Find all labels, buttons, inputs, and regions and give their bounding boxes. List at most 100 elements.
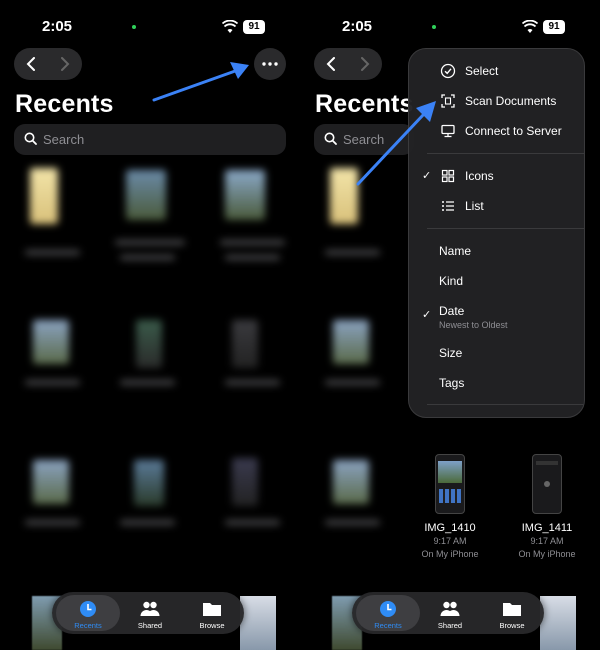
file-thumbnail [532,454,562,514]
search-field[interactable]: Search [14,124,286,155]
tab-label: Browse [499,621,525,630]
battery-indicator: 91 [243,20,265,34]
annotation-arrow [152,62,249,102]
chevron-left-icon [326,57,335,71]
chevron-right-icon [61,57,70,71]
search-icon [324,132,337,145]
menu-item-label: Tags [439,376,465,390]
menu-item-label: Kind [439,274,464,288]
file-thumbnail [33,460,69,504]
menu-item-label: List [465,199,484,213]
people-icon [440,601,460,616]
tab-browse[interactable]: Browse [180,595,244,631]
background-image [540,596,576,650]
list-icon [442,201,454,211]
tab-label: Recents [74,621,102,630]
file-item[interactable]: IMG_1410 9:17 AM On My iPhone [410,454,490,559]
page-title: Recents [15,90,114,118]
checkmark-circle-icon [440,63,456,79]
screen-right: 2:05 91 Recents Search IMG_1410 9:17 AM … [300,0,600,650]
menu-item-select[interactable]: Select [409,57,584,85]
menu-item-label: Scan Documents [465,94,557,108]
file-time: 9:17 AM [433,536,467,546]
tab-shared[interactable]: Shared [118,595,182,631]
menu-divider [427,153,584,154]
file-name: IMG_1410 [424,522,476,534]
status-bar: 2:05 91 [300,18,600,38]
menu-scrollbar[interactable] [584,129,585,369]
search-icon [24,132,37,145]
menu-item-sublabel: Newest to Oldest [439,320,508,330]
tab-recents[interactable]: Recents [356,595,420,631]
file-thumbnail [232,458,258,506]
status-bar: 2:05 91 [0,18,300,38]
menu-item-sort-tags[interactable]: Tags [409,369,584,397]
nav-buttons [14,48,82,80]
file-thumbnail [333,460,369,504]
status-time: 2:05 [342,18,373,35]
menu-item-sort-name[interactable]: Name [409,237,584,265]
menu-divider [427,404,584,405]
clock-icon [380,601,396,617]
file-thumbnail [30,168,58,224]
menu-item-sort-size[interactable]: Size [409,339,584,367]
menu-item-label: Icons [465,169,494,183]
back-button[interactable] [14,48,48,80]
battery-indicator: 91 [543,20,565,34]
wifi-icon [522,20,538,33]
file-grid-blurred [0,160,300,590]
privacy-indicator [432,25,436,29]
file-location: On My iPhone [421,549,479,559]
back-button[interactable] [314,48,348,80]
file-thumbnail [225,170,265,220]
menu-item-label: Date [439,304,465,318]
tab-label: Recents [374,621,402,630]
file-time: 9:17 AM [530,536,564,546]
grid-icon [441,169,455,183]
menu-item-label: Name [439,244,472,258]
forward-button[interactable] [348,48,382,80]
folder-icon [503,603,521,616]
tab-label: Browse [199,621,225,630]
chevron-left-icon [26,57,35,71]
file-thumbnail [333,320,369,364]
menu-item-label: Connect to Server [465,124,562,138]
tab-bar: Recents Shared Browse [352,592,544,634]
checkmark-icon: ✓ [422,309,432,321]
menu-item-sort-date[interactable]: ✓ Date Newest to Oldest [409,297,584,333]
tab-recents[interactable]: Recents [56,595,120,631]
annotation-arrow [356,101,436,186]
file-item[interactable]: IMG_1411 9:17 AM On My iPhone [507,454,587,559]
search-placeholder: Search [43,132,85,147]
wifi-icon [222,20,238,33]
background-image [240,596,276,650]
chevron-right-icon [361,57,370,71]
nav-buttons [314,48,382,80]
tab-label: Shared [437,621,463,630]
people-icon [140,601,160,616]
clock-icon [80,601,96,617]
scan-document-icon [441,94,455,108]
ellipsis-icon [262,62,278,66]
menu-item-list[interactable]: List [409,192,584,220]
status-time: 2:05 [42,18,73,35]
more-options-button[interactable] [254,48,286,80]
screen-left: 2:05 91 Recents Search Recents Shared Br… [0,0,300,650]
file-thumbnail [232,320,258,368]
menu-divider [427,228,584,229]
tab-shared[interactable]: Shared [418,595,482,631]
tab-browse[interactable]: Browse [480,595,544,631]
privacy-indicator [132,25,136,29]
tab-label: Shared [137,621,163,630]
file-thumbnail [435,454,465,514]
folder-icon [203,603,221,616]
file-name: IMG_1411 [521,522,573,534]
tab-bar: Recents Shared Browse [52,592,244,634]
forward-button[interactable] [48,48,82,80]
file-thumbnail [33,320,69,364]
file-location: On My iPhone [518,549,576,559]
monitor-icon [441,124,455,138]
menu-item-label: Select [465,64,499,78]
menu-item-sort-kind[interactable]: Kind [409,267,584,295]
file-thumbnail [126,170,166,220]
